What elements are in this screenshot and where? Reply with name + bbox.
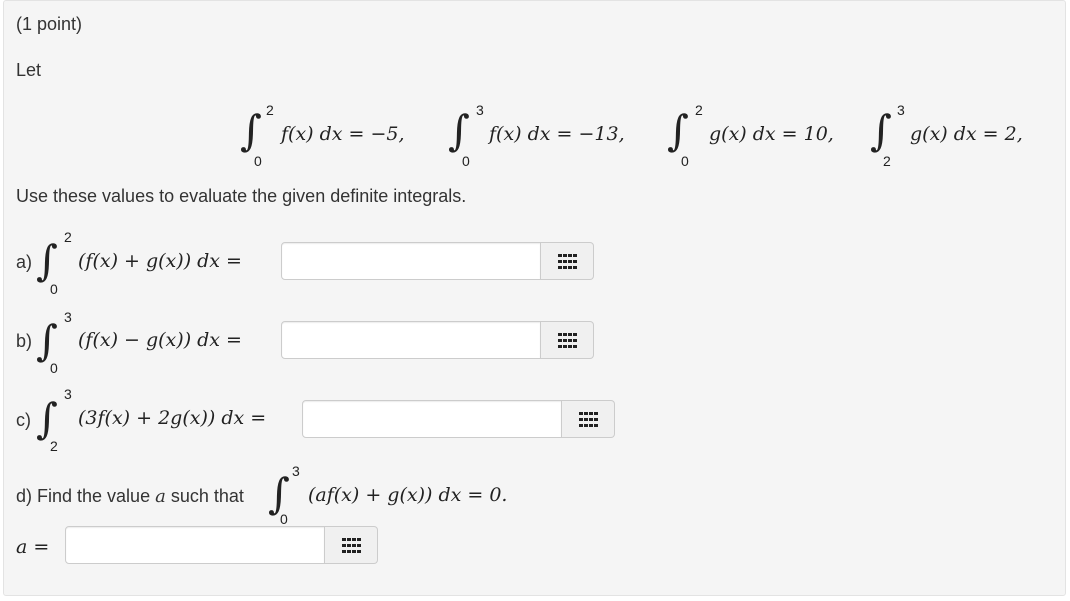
upper-limit: 2 [266, 102, 274, 118]
upper-limit: 3 [64, 309, 72, 325]
lower-limit: 2 [50, 438, 58, 454]
lower-limit: 0 [681, 153, 689, 169]
part-label: b) [16, 331, 33, 351]
upper-limit: 2 [64, 229, 72, 245]
integral-sign: ∫ [36, 394, 58, 443]
part-expression: (f(x) + g(x)) dx = [78, 250, 242, 272]
instruction-text: Use these values to evaluate the given d… [16, 186, 467, 206]
part-d-variable: a [155, 486, 166, 507]
lower-limit: 0 [50, 360, 58, 376]
equation-editor-grid-icon [342, 538, 361, 554]
equation-editor-grid-icon [558, 254, 577, 270]
given-expression: g(x) dx = 10, [709, 123, 834, 145]
lower-limit: 0 [462, 153, 470, 169]
equation-editor-grid-icon [558, 333, 577, 349]
part-expression: (3f(x) + 2g(x)) dx = [78, 407, 267, 429]
answer-label-a: a = [16, 536, 50, 558]
part-d-text: d) Find the value a such that [16, 486, 244, 507]
lower-limit: 0 [280, 511, 288, 527]
equation-editor-button-c[interactable] [562, 400, 615, 438]
part-d-prefix: d) Find the value [16, 486, 151, 506]
integral-sign: ∫ [667, 106, 689, 155]
answer-input-a[interactable] [281, 242, 541, 280]
part-d-suffix: such that [170, 486, 244, 506]
part-d-expression: (af(x) + g(x)) dx = 0. [308, 484, 508, 506]
answer-input-c[interactable] [302, 400, 562, 438]
integral-sign: ∫ [448, 106, 470, 155]
answer-input-b[interactable] [281, 321, 541, 359]
part-expression: (f(x) − g(x)) dx = [78, 329, 242, 351]
upper-limit: 3 [476, 102, 484, 118]
given-expression: f(x) dx = −13, [489, 123, 625, 145]
equation-editor-button-a[interactable] [541, 242, 594, 280]
points-label: (1 point) [16, 14, 83, 34]
integral-sign: ∫ [870, 106, 892, 155]
equation-editor-button-b[interactable] [541, 321, 594, 359]
given-expression: g(x) dx = 2, [910, 123, 1023, 145]
lower-limit: 0 [254, 153, 262, 169]
integral-sign: ∫ [268, 469, 290, 518]
answer-input-d[interactable] [65, 526, 325, 564]
integral-sign: ∫ [240, 106, 262, 155]
given-expression: f(x) dx = −5, [281, 123, 405, 145]
equation-editor-grid-icon [579, 412, 598, 428]
upper-limit: 3 [64, 386, 72, 402]
lower-limit: 2 [883, 153, 891, 169]
integral-sign: ∫ [36, 236, 58, 285]
lower-limit: 0 [50, 281, 58, 297]
part-label: c) [16, 410, 31, 430]
upper-limit: 3 [292, 463, 300, 479]
part-label: a) [16, 252, 33, 272]
integral-sign: ∫ [36, 316, 58, 365]
equation-editor-button-d[interactable] [325, 526, 378, 564]
upper-limit: 3 [897, 102, 905, 118]
upper-limit: 2 [695, 102, 703, 118]
let-label: Let [16, 60, 42, 80]
